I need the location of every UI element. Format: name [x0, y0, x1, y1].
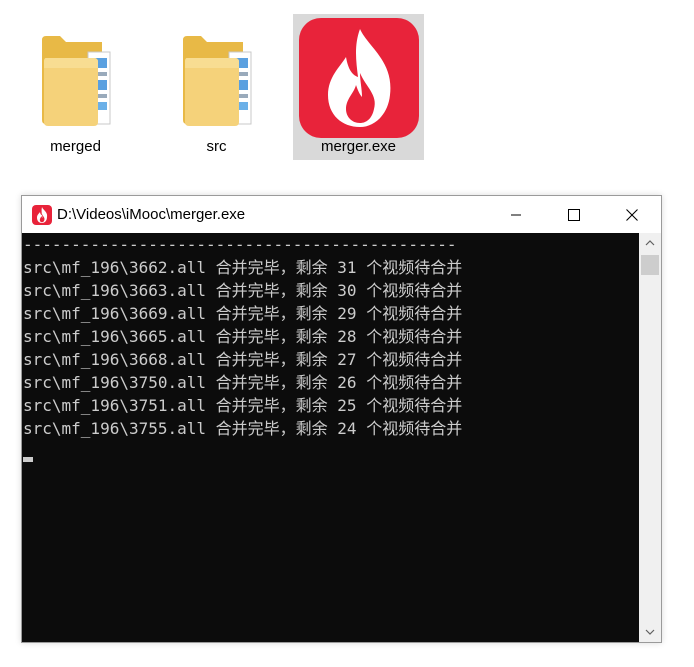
vertical-scrollbar[interactable] — [639, 233, 661, 642]
console-window: D:\Videos\iMooc\merger.exe -------------… — [21, 195, 662, 643]
chevron-down-icon — [645, 629, 655, 635]
minimize-icon — [511, 214, 521, 215]
desktop-icon-src[interactable]: src — [151, 14, 282, 160]
scroll-down-button[interactable] — [639, 622, 661, 642]
close-icon — [626, 208, 638, 221]
chevron-up-icon — [645, 240, 655, 246]
scroll-up-button[interactable] — [639, 233, 661, 253]
console-line: src\mf_196\3755.all 合并完毕，剩余 24 个视频待合并 — [23, 419, 463, 438]
console-line: src\mf_196\3663.all 合并完毕，剩余 30 个视频待合并 — [23, 281, 463, 300]
icon-label: merger.exe — [320, 138, 397, 155]
console-output[interactable]: ----------------------------------------… — [22, 233, 639, 642]
icon-label: src — [206, 138, 227, 155]
folder-icon — [41, 36, 110, 126]
scrollbar-thumb[interactable] — [641, 255, 659, 275]
maximize-button[interactable] — [545, 196, 603, 233]
title-bar[interactable]: D:\Videos\iMooc\merger.exe — [22, 196, 661, 233]
folder-icon — [182, 36, 251, 126]
window-title: D:\Videos\iMooc\merger.exe — [57, 206, 246, 223]
console-line: ----------------------------------------… — [23, 235, 457, 254]
text-cursor — [23, 457, 33, 462]
desktop-icon-merger-exe[interactable]: merger.exe — [293, 14, 424, 160]
console-line: src\mf_196\3662.all 合并完毕，剩余 31 个视频待合并 — [23, 258, 463, 277]
flame-app-icon — [32, 205, 52, 225]
minimize-button[interactable] — [487, 196, 545, 233]
icon-label: merged — [50, 138, 101, 155]
console-line: src\mf_196\3750.all 合并完毕，剩余 26 个视频待合并 — [23, 373, 463, 392]
console-line: src\mf_196\3665.all 合并完毕，剩余 28 个视频待合并 — [23, 327, 463, 346]
console-line: src\mf_196\3669.all 合并完毕，剩余 29 个视频待合并 — [23, 304, 463, 323]
flame-app-icon — [298, 18, 419, 138]
desktop-icon-merged[interactable]: merged — [10, 14, 141, 160]
close-button[interactable] — [603, 196, 661, 233]
maximize-icon — [568, 208, 580, 221]
console-line: src\mf_196\3751.all 合并完毕，剩余 25 个视频待合并 — [23, 396, 463, 415]
console-line: src\mf_196\3668.all 合并完毕，剩余 27 个视频待合并 — [23, 350, 463, 369]
